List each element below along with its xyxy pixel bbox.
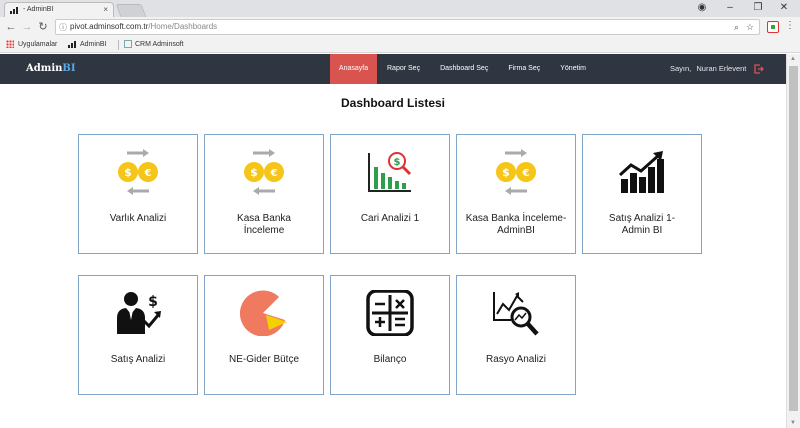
forward-icon[interactable]: → <box>20 19 34 35</box>
svg-text:€: € <box>144 168 152 179</box>
dashboard-card-bilanco[interactable]: Bilanço <box>330 275 450 395</box>
dashboard-card-kasa-banka-inceleme-adminbi[interactable]: $ € Kasa Banka İnceleme-AdminBI <box>456 134 576 254</box>
minimize-icon[interactable]: – <box>720 0 740 17</box>
zoom-icon[interactable]: ⌕ <box>734 20 739 34</box>
currency-exchange-icon: $ € <box>496 149 536 195</box>
user-greeting: Sayın, <box>670 64 692 73</box>
growth-bars-icon <box>618 151 664 193</box>
brand-accent: BI <box>62 63 76 74</box>
sales-person-icon: $ <box>117 292 161 334</box>
close-tab-icon[interactable]: × <box>103 3 108 17</box>
nav-rapor-sec[interactable]: Rapor Seç <box>377 54 430 84</box>
browser-tabstrip: - AdminBI × ◉ – ❐ ✕ <box>0 0 800 17</box>
page-scrollbar[interactable]: ▲ ▼ <box>786 54 800 428</box>
dashboard-card-cari-analizi-1[interactable]: $ Cari Analizi 1 <box>330 134 450 254</box>
dashboard-card-satis-analizi[interactable]: $ Satış Analizi <box>78 275 198 395</box>
page-title: Dashboard Listesi <box>340 96 446 110</box>
card-label: Satış Analizi 1-Admin BI <box>608 213 676 236</box>
dashboard-card-kasa-banka-inceleme[interactable]: $ € Kasa Banka İnceleme <box>204 134 324 254</box>
browser-toolbar: ← → ↻ ⓘ pivot.adminsoft.com.tr/Home/Dash… <box>0 17 800 37</box>
brand-logo[interactable]: AdminBI <box>26 54 76 84</box>
app-navbar: AdminBI Anasayfa Rapor Seç Dashboard Seç… <box>0 54 786 84</box>
dashboard-card-ne-gider-butce[interactable]: NE-Gider Bütçe <box>204 275 324 395</box>
profile-icon[interactable]: ◉ <box>692 0 712 17</box>
currency-exchange-icon: $ € <box>244 149 284 195</box>
bookmark-crm[interactable]: CRM Adminsoft <box>124 37 184 52</box>
bookmark-star-icon[interactable]: ☆ <box>746 20 754 34</box>
svg-text:$: $ <box>502 166 510 179</box>
bookmarks-bar: Uygulamalar AdminBI CRM Adminsoft <box>0 37 800 53</box>
user-name: Nuran Erlevent <box>696 64 747 73</box>
bookmark-label: Uygulamalar <box>18 41 58 48</box>
adminbi-favicon-icon <box>10 7 18 14</box>
dashboard-card-varlik-analizi[interactable]: $ € Varlık Analizi <box>78 134 198 254</box>
back-icon[interactable]: ← <box>4 19 18 35</box>
scroll-down-icon[interactable]: ▼ <box>790 420 796 426</box>
brand-main: Admin <box>26 63 63 74</box>
address-bar[interactable]: ⓘ pivot.adminsoft.com.tr/Home/Dashboards… <box>55 19 760 35</box>
scroll-up-icon[interactable]: ▲ <box>790 56 796 62</box>
close-window-icon[interactable]: ✕ <box>774 0 794 17</box>
svg-text:$: $ <box>250 166 258 179</box>
nav-dashboard-sec[interactable]: Dashboard Seç <box>430 54 498 84</box>
svg-text:$: $ <box>148 294 158 310</box>
main-nav: Anasayfa Rapor Seç Dashboard Seç Firma S… <box>330 54 596 84</box>
user-info: Sayın, Nuran Erlevent <box>670 54 746 84</box>
url-host: pivot.adminsoft.com.tr <box>70 22 149 31</box>
tab-title: - AdminBI <box>23 6 54 13</box>
bookmark-apps[interactable]: Uygulamalar <box>6 37 57 52</box>
site-info-icon[interactable]: ⓘ <box>59 21 67 35</box>
card-label: Rasyo Analizi <box>485 354 547 365</box>
reload-icon[interactable]: ↻ <box>36 19 50 35</box>
card-label: Bilanço <box>373 354 407 365</box>
nav-yonetim[interactable]: Yönetim <box>550 54 596 84</box>
chart-magnifier-icon: $ <box>368 152 412 192</box>
card-label: Kasa Banka İnceleme <box>237 213 291 236</box>
bookmark-separator <box>118 40 119 50</box>
browser-tab[interactable]: - AdminBI × <box>4 2 114 17</box>
card-label: Cari Analizi 1 <box>360 213 420 224</box>
scroll-thumb[interactable] <box>789 66 798 411</box>
nav-anasayfa[interactable]: Anasayfa <box>330 54 377 84</box>
card-label: Kasa Banka İnceleme-AdminBI <box>465 213 567 236</box>
dashboard-card-satis-analizi-1-admin-bi[interactable]: Satış Analizi 1-Admin BI <box>582 134 702 254</box>
bookmark-adminbi[interactable]: AdminBI <box>68 37 106 52</box>
apps-grid-icon <box>6 40 14 49</box>
dashboard-card-rasyo-analizi[interactable]: Rasyo Analizi <box>456 275 576 395</box>
svg-text:€: € <box>270 168 278 179</box>
card-label: Varlık Analizi <box>109 213 167 224</box>
bookmark-label: AdminBI <box>80 41 107 48</box>
url-path: /Home/Dashboards <box>148 22 218 31</box>
currency-exchange-icon: $ € <box>118 149 158 195</box>
svg-text:€: € <box>522 168 530 179</box>
new-tab-button[interactable] <box>115 4 147 17</box>
bookmark-label: CRM Adminsoft <box>135 41 184 48</box>
browser-menu-icon[interactable]: ⋮ <box>785 20 795 31</box>
card-label: NE-Gider Bütçe <box>228 354 300 365</box>
pie-chart-icon <box>240 290 287 336</box>
svg-text:$: $ <box>124 166 132 179</box>
nav-firma-sec[interactable]: Firma Seç <box>498 54 550 84</box>
trend-search-icon <box>493 292 539 336</box>
card-label: Satış Analizi <box>110 354 166 365</box>
extension-icon[interactable] <box>767 21 779 33</box>
svg-text:$: $ <box>394 157 401 168</box>
crm-bookmark-icon <box>124 40 132 49</box>
adminbi-bookmark-icon <box>68 41 76 49</box>
restore-icon[interactable]: ❐ <box>748 0 768 17</box>
calculator-icon <box>366 290 414 336</box>
logout-icon[interactable] <box>754 64 764 74</box>
